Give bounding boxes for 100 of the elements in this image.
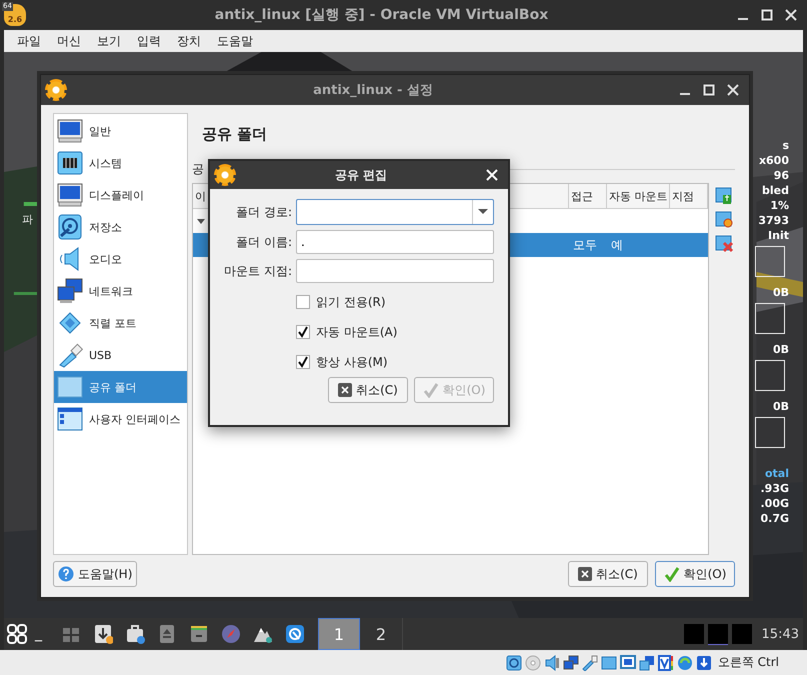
clock: 15:43 <box>762 626 799 642</box>
conky-text: Init <box>768 228 789 243</box>
graph-frame <box>755 417 785 448</box>
table-cell-text: 예 <box>610 236 624 254</box>
monitor-icon <box>57 118 83 144</box>
menu-item[interactable]: 장치 <box>170 32 208 50</box>
sidebar-label: 시스템 <box>89 156 122 170</box>
close-icon[interactable] <box>727 84 739 96</box>
conky-text: 96 <box>774 168 789 183</box>
drawer-icon[interactable] <box>189 623 209 645</box>
maximize-icon[interactable] <box>703 84 715 96</box>
minimize-button[interactable]: _ <box>35 626 42 642</box>
close-icon[interactable] <box>785 9 797 21</box>
sidebar-item[interactable]: 일반 <box>54 115 187 147</box>
display-icon <box>620 654 636 670</box>
menu-item[interactable]: 도움말 <box>210 32 260 50</box>
sidebar-item[interactable]: 저장소 <box>54 211 187 243</box>
checkbox-label: 읽기 전용(R) <box>316 294 386 310</box>
checkbox-label: 항상 사용(M) <box>316 354 388 370</box>
conky-text: 0B <box>772 399 789 414</box>
eject-icon[interactable] <box>157 623 177 645</box>
network-icon <box>57 278 83 304</box>
speaker-icon <box>544 654 560 670</box>
group-label: 공 <box>192 160 205 178</box>
windows-icon <box>638 654 655 670</box>
checkbox[interactable] <box>296 355 310 369</box>
conky-text: .93G <box>760 481 789 496</box>
menu-item[interactable]: 머신 <box>50 32 88 50</box>
sidebar-item[interactable]: 공유 폴더 <box>54 371 187 403</box>
cancel-button[interactable]: 취소(C) <box>328 377 408 403</box>
field-label: 마운트 지점: <box>223 262 292 280</box>
conky-text: x600 <box>758 153 789 168</box>
column-header[interactable]: 자동 마운트 <box>607 184 670 208</box>
menu-icon[interactable] <box>6 623 28 645</box>
checkbox[interactable] <box>296 295 310 309</box>
compass-icon[interactable] <box>221 623 241 645</box>
folder-icon <box>57 374 83 400</box>
field-label: 폴더 경로: <box>235 204 292 220</box>
sidebar-item[interactable]: USB <box>54 339 187 371</box>
sidebar-item[interactable]: 사용자 인터페이스 <box>54 403 187 435</box>
menu-item[interactable]: 입력 <box>130 32 168 50</box>
maximize-icon[interactable] <box>761 9 773 21</box>
conky-text: .00G <box>760 496 789 511</box>
dialog-title: 공유 편집 <box>334 166 388 184</box>
conky-text: 0.7G <box>760 511 789 526</box>
check-icon <box>422 382 439 398</box>
sidebar-label: 저장소 <box>89 220 122 234</box>
cancel-button[interactable]: 취소(C) <box>568 561 648 587</box>
checkbox[interactable] <box>296 325 310 339</box>
usb-icon <box>582 654 598 670</box>
help-button[interactable]: 도움말(H) <box>53 561 138 587</box>
folder-path-combo[interactable] <box>296 199 494 225</box>
graph-frame <box>755 360 785 391</box>
sidebar-item[interactable]: 디스플레이 <box>54 179 187 211</box>
app-version: 2.6 <box>8 14 22 26</box>
help-icon <box>58 566 74 582</box>
host-key-label: 오른쪽 Ctrl <box>718 654 779 671</box>
usb-icon <box>57 342 83 368</box>
sidebar-label: 일반 <box>89 124 111 138</box>
desktop-text: 파 <box>22 212 33 227</box>
graph-frame <box>755 246 785 277</box>
folder-edit-icon[interactable] <box>715 209 735 229</box>
download-icon[interactable] <box>93 623 113 645</box>
menu-item[interactable]: 보기 <box>90 32 128 50</box>
column-header[interactable]: 접근 <box>569 184 607 208</box>
sidebar-item[interactable]: 오디오 <box>54 243 187 275</box>
download-icon <box>696 654 712 670</box>
window-title: antix_linux [실행 중] - Oracle VM VirtualBox <box>214 6 550 24</box>
check-icon <box>664 566 680 582</box>
conky-text: 1% <box>770 198 789 213</box>
conky-text: 0B <box>772 342 789 357</box>
sidebar-label: 네트워크 <box>89 284 133 298</box>
table-cell-text: 모두 <box>572 236 598 254</box>
briefcase-icon[interactable] <box>125 623 145 645</box>
conky-text: 3793 <box>758 213 789 228</box>
conky-text: bled <box>762 183 789 198</box>
sidebar-label: 사용자 인터페이스 <box>89 412 180 426</box>
sidebar-item[interactable]: 직렬 포트 <box>54 307 187 339</box>
page-heading: 공유 폴더 <box>201 124 268 145</box>
sidebar-label: USB <box>89 348 112 362</box>
menu-item[interactable]: 파일 <box>10 32 48 50</box>
conky-heading: otal <box>764 466 789 481</box>
close-icon <box>578 567 592 581</box>
graph-frame <box>755 303 785 334</box>
checkbox-label: 자동 마운트(A) <box>316 324 398 340</box>
close-icon <box>338 383 352 397</box>
conky-text: s <box>782 138 789 153</box>
caret-icon[interactable] <box>197 219 205 225</box>
column-header[interactable]: 지점 <box>670 184 708 208</box>
window-title: antix_linux - 설정 <box>312 82 434 99</box>
sidebar-item[interactable]: 시스템 <box>54 147 187 179</box>
monitor-icon <box>57 182 83 208</box>
pager-square[interactable] <box>708 624 728 644</box>
input-field[interactable] <box>296 259 494 283</box>
sidebar-item[interactable]: 네트워크 <box>54 275 187 307</box>
folder-remove-icon[interactable] <box>715 233 735 253</box>
disc-icon <box>524 654 541 670</box>
ok-button[interactable]: 확인(O) <box>655 561 735 587</box>
sidebar-label: 디스플레이 <box>89 188 144 202</box>
input-field[interactable]: . <box>296 230 494 254</box>
